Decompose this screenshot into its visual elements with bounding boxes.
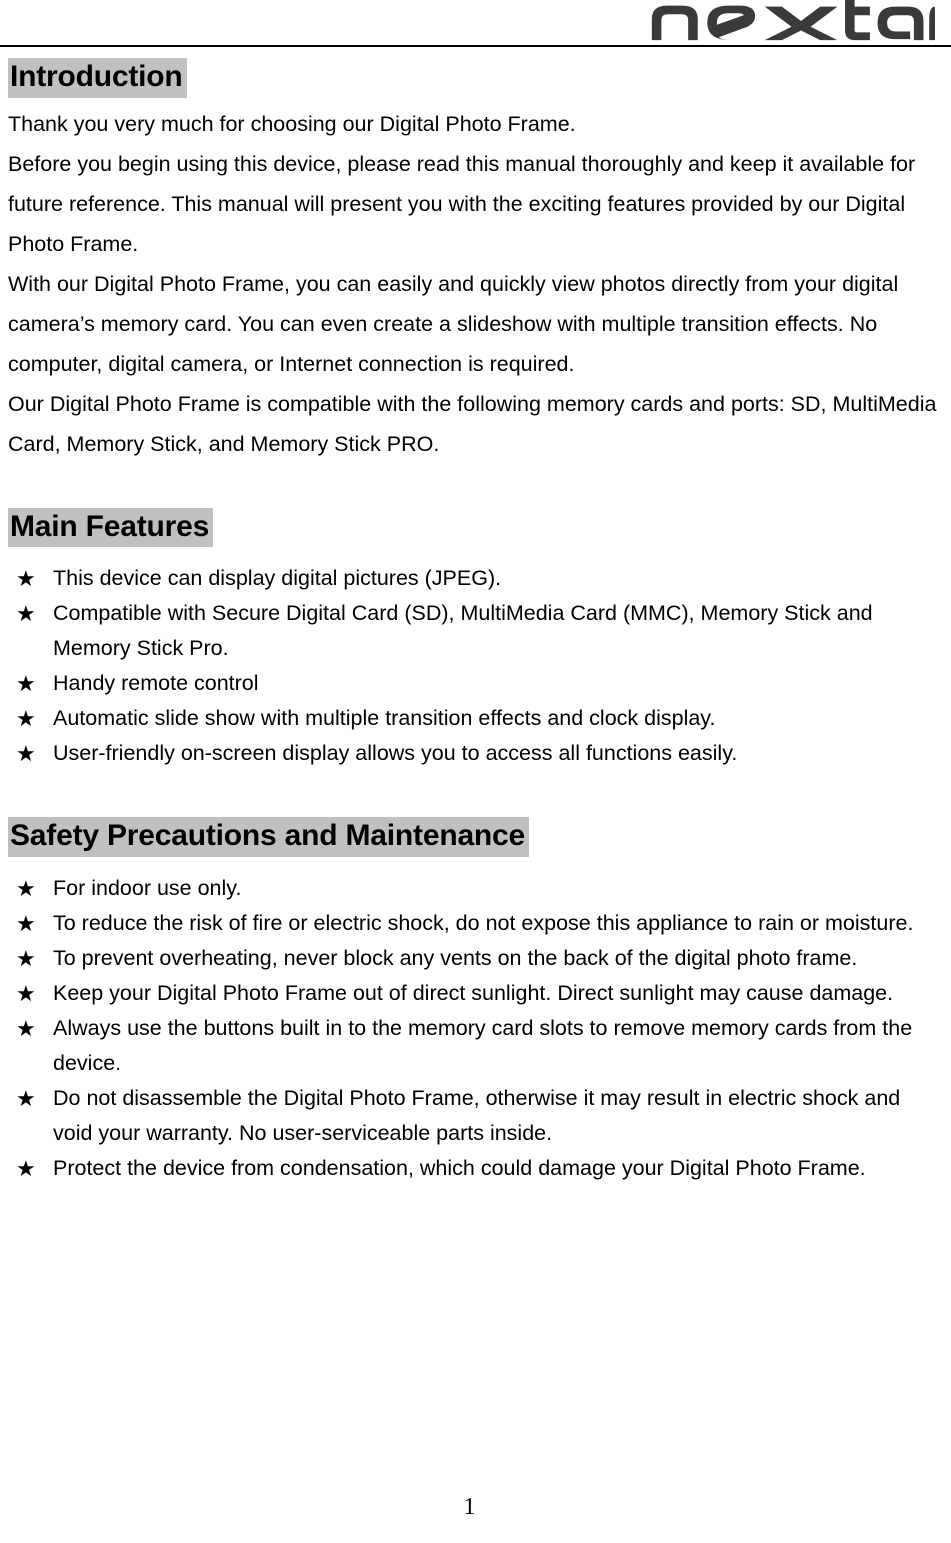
- safety-heading: Safety Precautions and Maintenance: [8, 817, 530, 857]
- list-item: ★ To prevent overheating, never block an…: [8, 941, 941, 976]
- list-item-label: To reduce the risk of fire or electric s…: [53, 910, 914, 935]
- star-icon: ★: [16, 980, 36, 1006]
- list-item-label: Automatic slide show with multiple trans…: [53, 706, 716, 731]
- star-icon: ★: [16, 875, 36, 901]
- introduction-paragraph-2: Before you begin using this device, plea…: [8, 151, 916, 256]
- list-item: ★ Keep your Digital Photo Frame out of d…: [8, 976, 941, 1011]
- safety-heading-wrap: Safety Precautions and Maintenance: [8, 817, 941, 857]
- list-item-label: Compatible with Secure Digital Card (SD)…: [53, 601, 873, 661]
- list-item-label: This device can display digital pictures…: [53, 566, 502, 591]
- introduction-paragraph-3: With our Digital Photo Frame, you can ea…: [8, 271, 899, 376]
- page-number-value: 1: [463, 1494, 476, 1520]
- list-item-label: Keep your Digital Photo Frame out of dir…: [53, 980, 894, 1005]
- list-item-label: Handy remote control: [53, 671, 259, 696]
- page-number: 1: [0, 1495, 951, 1519]
- star-icon: ★: [16, 1085, 36, 1111]
- introduction-heading: Introduction: [8, 58, 187, 98]
- list-item: ★ Protect the device from condensation, …: [8, 1151, 941, 1186]
- star-icon: ★: [16, 1155, 36, 1181]
- list-item: ★ Automatic slide show with multiple tra…: [8, 701, 941, 736]
- list-item: ★ Handy remote control: [8, 666, 941, 701]
- star-icon: ★: [16, 910, 36, 936]
- list-item-label: For indoor use only.: [53, 875, 242, 900]
- list-item-label: To prevent overheating, never block any …: [53, 945, 858, 970]
- page-header: [0, 0, 951, 48]
- list-item-label: Protect the device from condensation, wh…: [53, 1155, 866, 1180]
- nextar-logo: [651, 0, 935, 41]
- list-item-label: Always use the buttons built in to the m…: [53, 1015, 913, 1075]
- star-icon: ★: [16, 706, 36, 732]
- document-page: Introduction Thank you very much for cho…: [0, 0, 951, 1543]
- safety-list: ★ For indoor use only. ★ To reduce the r…: [8, 871, 941, 1186]
- star-icon: ★: [16, 671, 36, 697]
- introduction-paragraph-4: Our Digital Photo Frame is compatible wi…: [8, 391, 937, 456]
- header-divider: [0, 45, 951, 47]
- list-item: ★ For indoor use only.: [8, 871, 941, 906]
- list-item: ★ Compatible with Secure Digital Card (S…: [8, 596, 941, 666]
- main-features-heading: Main Features: [8, 507, 214, 548]
- list-item-label: Do not disassemble the Digital Photo Fra…: [53, 1085, 901, 1145]
- introduction-body: Thank you very much for choosing our Dig…: [8, 104, 941, 464]
- list-item-label: User-friendly on-screen display allows y…: [53, 741, 738, 766]
- introduction-paragraph-1: Thank you very much for choosing our Dig…: [8, 111, 576, 136]
- list-item: ★ User-friendly on-screen display allows…: [8, 736, 941, 771]
- list-item: ★ To reduce the risk of fire or electric…: [8, 906, 941, 941]
- star-icon: ★: [16, 601, 36, 627]
- list-item: ★ This device can display digital pictur…: [8, 561, 941, 596]
- list-item: ★ Do not disassemble the Digital Photo F…: [8, 1081, 941, 1151]
- star-icon: ★: [16, 741, 36, 767]
- star-icon: ★: [16, 1015, 36, 1041]
- introduction-heading-wrap: Introduction: [8, 58, 941, 98]
- main-features-list: ★ This device can display digital pictur…: [8, 561, 941, 771]
- star-icon: ★: [16, 566, 36, 592]
- main-features-heading-wrap: Main Features: [8, 507, 941, 548]
- star-icon: ★: [16, 945, 36, 971]
- list-item: ★ Always use the buttons built in to the…: [8, 1011, 941, 1081]
